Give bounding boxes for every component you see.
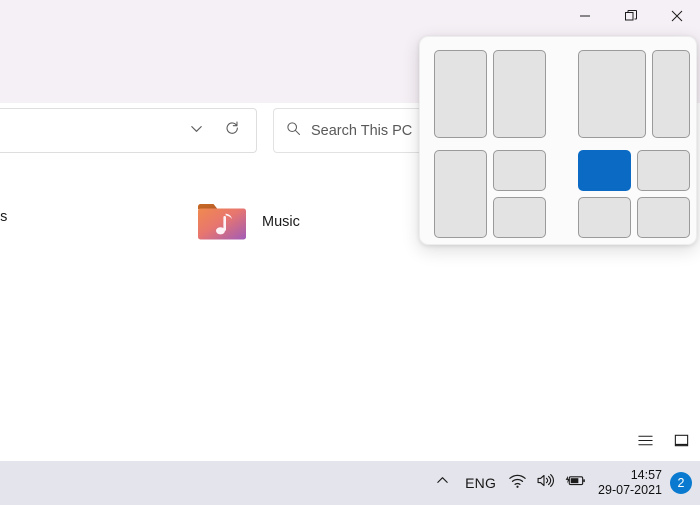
snap-layout-left-plus-stack[interactable] [434,150,546,238]
window-controls [562,0,700,32]
chevron-up-icon [435,473,450,493]
minimize-button[interactable] [562,0,608,32]
search-icon [286,121,301,141]
taskbar: ENG 14:57 29-07-2021 2 [0,461,700,505]
snap-zone-right[interactable] [493,50,546,138]
language-indicator[interactable]: ENG [457,475,506,491]
speaker-icon[interactable] [536,472,555,494]
snap-layout-two-equal[interactable] [434,50,546,138]
snap-zone-right-column [493,150,546,238]
restore-icon [624,9,638,23]
notification-badge[interactable]: 2 [670,472,692,494]
snap-zone-top-right[interactable] [493,150,546,191]
downloads-item-label: ds [0,209,8,225]
snap-zone-bottom-right[interactable] [637,197,690,238]
tray-icon-group [506,472,594,494]
refresh-button[interactable] [214,114,250,148]
screen: Search This PC ds [0,0,700,505]
restore-button[interactable] [608,0,654,32]
large-icons-icon [673,432,690,454]
snap-layouts-flyout [419,36,697,245]
minimize-icon [579,10,591,22]
wifi-icon[interactable] [508,472,527,494]
music-folder-icon [196,199,248,245]
snap-layout-wide-left[interactable] [578,50,690,138]
list-item[interactable]: ds [0,209,7,225]
close-icon [670,9,684,23]
search-input[interactable]: Search This PC [311,123,412,139]
details-view-button[interactable] [634,432,656,454]
snap-zone-left[interactable] [578,50,646,138]
clock-time: 14:57 [630,468,662,482]
snap-zone-right[interactable] [652,50,690,138]
list-item[interactable]: Music [196,199,300,245]
snap-layouts-row-top [434,50,696,138]
snap-zone-top-left[interactable] [578,150,631,191]
snap-zone-left[interactable] [434,150,487,238]
close-button[interactable] [654,0,700,32]
system-tray: ENG 14:57 29-07-2021 2 [427,461,700,505]
list-view-icon [637,432,654,454]
clock[interactable]: 14:57 29-07-2021 [594,468,670,498]
battery-charging-icon[interactable] [564,472,586,494]
clock-date: 29-07-2021 [598,483,662,497]
view-toggle-group [634,432,692,454]
snap-zone-left[interactable] [434,50,487,138]
snap-zone-bottom-right[interactable] [493,197,546,238]
snap-layout-quadrants[interactable] [578,150,690,238]
snap-zone-top-right[interactable] [637,150,690,191]
music-item-label: Music [262,214,300,230]
address-bar[interactable] [0,108,257,153]
snap-zone-right-column [637,150,690,238]
explorer-status-bar [0,426,700,461]
large-icons-view-button[interactable] [670,432,692,454]
snap-layouts-row-bottom [434,150,696,238]
address-history-button[interactable] [178,114,214,148]
snap-zone-left-column [578,150,631,238]
chevron-down-icon [189,121,204,141]
show-hidden-icons-button[interactable] [427,461,457,505]
snap-zone-bottom-left[interactable] [578,197,631,238]
refresh-icon [224,120,240,141]
